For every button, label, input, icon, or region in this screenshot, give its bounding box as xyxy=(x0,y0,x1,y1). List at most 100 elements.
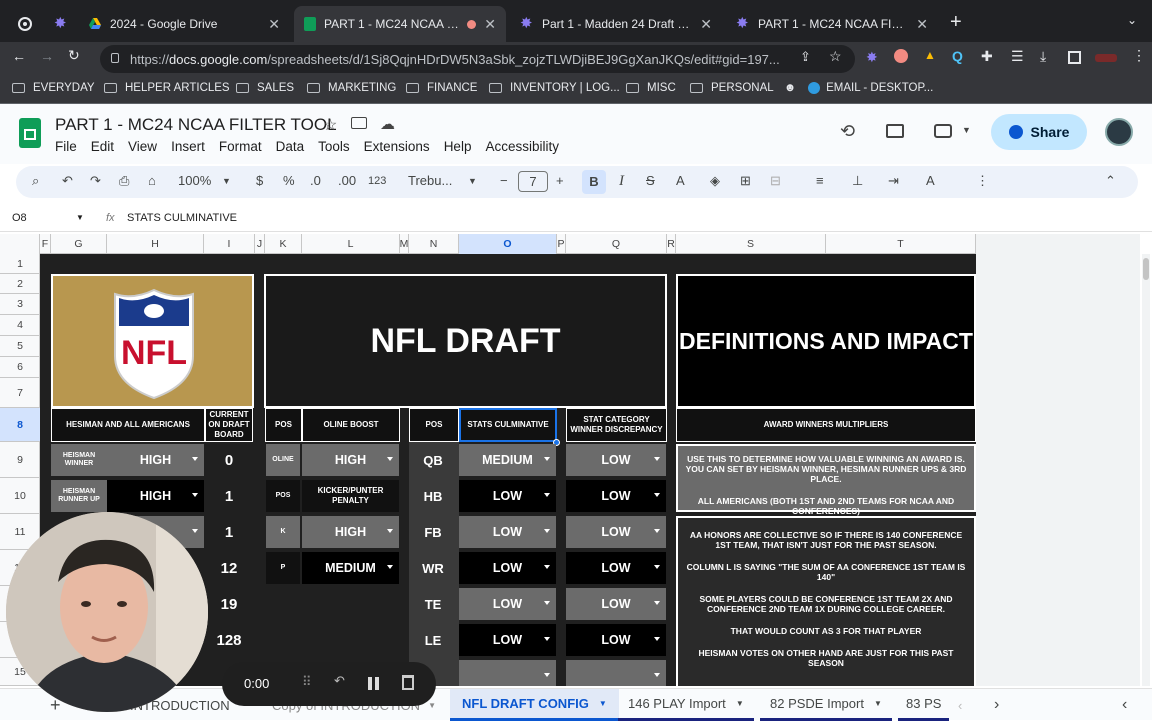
close-icon[interactable]: ✕ xyxy=(700,16,712,33)
delete-icon[interactable] xyxy=(402,675,414,690)
statcat-dropdown-partial[interactable] xyxy=(566,660,666,686)
browser-tab-drive[interactable]: 2024 - Google Drive ✕ xyxy=(78,6,290,42)
star-icon[interactable]: ☆ xyxy=(323,115,337,135)
column-header[interactable]: I xyxy=(204,234,255,254)
meet-icon[interactable] xyxy=(934,124,952,138)
more-tools-icon[interactable]: ⋮ xyxy=(976,173,989,189)
tab-search-icon[interactable]: ⌄ xyxy=(1127,13,1137,27)
bookmark-folder[interactable]: INVENTORY | LOG... xyxy=(489,82,620,94)
font-size-decrease-icon[interactable]: − xyxy=(500,173,508,188)
bookmark-folder[interactable]: MARKETING xyxy=(307,82,396,94)
formula-input[interactable]: STATS CULMINATIVE xyxy=(127,212,237,224)
column-header[interactable]: P xyxy=(557,234,566,254)
stats-dropdown[interactable]: LOW xyxy=(459,480,556,512)
profile-badge-icon[interactable] xyxy=(1095,54,1117,62)
column-header[interactable]: G xyxy=(51,234,107,254)
statcat-dropdown[interactable]: LOW xyxy=(566,480,666,512)
restart-icon[interactable]: ↶ xyxy=(334,673,345,689)
scrollbar-thumb[interactable] xyxy=(1143,258,1149,280)
bookmark-star-icon[interactable]: ☆ xyxy=(829,48,842,65)
print-icon[interactable]: ⎙ xyxy=(119,173,129,189)
menu-accessibility[interactable]: Accessibility xyxy=(485,139,559,154)
percent-button[interactable]: % xyxy=(283,173,295,188)
comments-icon[interactable] xyxy=(886,124,904,138)
collapse-toolbar-icon[interactable]: ⌃ xyxy=(1105,173,1116,189)
sheet-tab[interactable]: 82 PSDE Import ▼ xyxy=(760,689,892,721)
vertical-scrollbar[interactable] xyxy=(1142,254,1150,686)
url-field[interactable]: https://docs.google.com/spreadsheets/d/1… xyxy=(100,45,855,73)
sheet-tab-active[interactable]: NFL DRAFT CONFIG ▼ xyxy=(450,689,619,721)
heisman-winner-dropdown[interactable]: HIGH xyxy=(107,444,204,476)
horizontal-align-icon[interactable]: ≡ xyxy=(816,173,824,188)
row-header[interactable]: 2 xyxy=(0,274,40,294)
new-tab-icon[interactable]: + xyxy=(950,11,962,34)
column-header[interactable]: N xyxy=(409,234,459,254)
text-wrap-icon[interactable]: ⇥ xyxy=(888,173,899,189)
sheet-tab[interactable]: 146 PLAY Import ▼ xyxy=(618,689,754,721)
statcat-dropdown[interactable]: LOW xyxy=(566,624,666,656)
browser-tab-active[interactable]: PART 1 - MC24 NCAA FILT ✕ xyxy=(294,6,506,42)
redo-icon[interactable]: ↷ xyxy=(90,173,101,189)
search-menus-icon[interactable]: ⌕ xyxy=(32,173,39,189)
font-size-increase-icon[interactable]: + xyxy=(556,173,564,188)
vertical-align-icon[interactable]: ⊥ xyxy=(852,173,863,189)
stats-dropdown[interactable]: MEDIUM xyxy=(459,444,556,476)
font-dropdown-icon[interactable]: ▼ xyxy=(468,176,477,186)
extension-q-icon[interactable]: Q xyxy=(952,48,963,64)
column-header[interactable]: T xyxy=(826,234,976,254)
browser-tab-madden-draft[interactable]: ✸ Part 1 - Madden 24 Draft Class ✕ xyxy=(510,6,722,42)
column-header[interactable]: K xyxy=(265,234,302,254)
sheet-tab[interactable]: 83 PS xyxy=(898,689,950,721)
undo-icon[interactable]: ↶ xyxy=(62,173,73,189)
stats-dropdown[interactable]: LOW xyxy=(459,516,556,548)
bookmark-folder[interactable]: PERSONAL xyxy=(690,82,774,94)
kicker-dropdown[interactable]: HIGH xyxy=(302,516,399,548)
decrease-decimal-button[interactable]: .0 xyxy=(310,173,321,188)
punter-dropdown[interactable]: MEDIUM xyxy=(302,552,399,584)
name-box-dropdown-icon[interactable]: ▼ xyxy=(76,213,84,222)
merge-cells-icon[interactable]: ⊟ xyxy=(770,173,781,189)
oline-boost-dropdown[interactable]: HIGH xyxy=(302,444,399,476)
more-menu-icon[interactable]: ⋮ xyxy=(1132,47,1146,64)
column-header[interactable]: J xyxy=(255,234,265,254)
browser-tab-madden[interactable]: ✸ xyxy=(44,6,78,42)
menu-insert[interactable]: Insert xyxy=(171,139,205,154)
name-box[interactable]: O8 xyxy=(12,212,27,224)
increase-decimal-button[interactable]: .00 xyxy=(338,173,356,188)
extension-yellow-icon[interactable]: ▲ xyxy=(924,48,936,62)
row-header[interactable]: 9 xyxy=(0,442,40,478)
select-all-corner[interactable] xyxy=(0,234,40,254)
row-header[interactable]: 5 xyxy=(0,336,40,357)
zoom-dropdown-icon[interactable]: ▼ xyxy=(222,176,231,186)
bookmark-folder[interactable]: MISC xyxy=(626,82,676,94)
stats-dropdown[interactable]: LOW xyxy=(459,624,556,656)
move-folder-icon[interactable] xyxy=(351,117,367,129)
stats-dropdown[interactable]: LOW xyxy=(459,552,556,584)
column-header[interactable]: M xyxy=(400,234,409,254)
side-panel-icon[interactable] xyxy=(1068,51,1081,64)
bookmark-folder[interactable]: HELPER ARTICLES xyxy=(104,82,230,94)
extension-red-icon[interactable] xyxy=(894,49,908,63)
header-stats-culminative[interactable]: STATS CULMINATIVE xyxy=(459,408,557,442)
stats-dropdown-partial[interactable] xyxy=(459,660,556,686)
download-icon[interactable]: ⤓ xyxy=(1040,48,1046,65)
side-panel-toggle-icon[interactable]: ‹ xyxy=(1122,689,1127,721)
row-header[interactable]: 3 xyxy=(0,294,40,315)
bookmark-link[interactable]: ☻ EMAIL - DESKTOP... xyxy=(784,82,933,94)
menu-help[interactable]: Help xyxy=(444,139,472,154)
column-header[interactable]: R xyxy=(667,234,676,254)
menu-edit[interactable]: Edit xyxy=(91,139,114,154)
reload-icon[interactable]: ↻ xyxy=(68,47,80,64)
sheets-logo-icon[interactable] xyxy=(19,118,41,148)
menu-format[interactable]: Format xyxy=(219,139,262,154)
document-title[interactable]: PART 1 - MC24 NCAA FILTER TOOL xyxy=(55,115,337,135)
browser-tab-recording[interactable] xyxy=(10,6,44,42)
row-header[interactable]: 7 xyxy=(0,378,40,408)
strikethrough-icon[interactable]: S xyxy=(646,173,655,188)
row-header[interactable]: 10 xyxy=(0,478,40,514)
scroll-tabs-right-icon[interactable]: › xyxy=(994,689,999,721)
zoom-select[interactable]: 100% xyxy=(178,173,211,188)
statcat-dropdown[interactable]: LOW xyxy=(566,588,666,620)
column-header[interactable]: F xyxy=(40,234,51,254)
bookmark-folder[interactable]: SALES xyxy=(236,82,294,94)
